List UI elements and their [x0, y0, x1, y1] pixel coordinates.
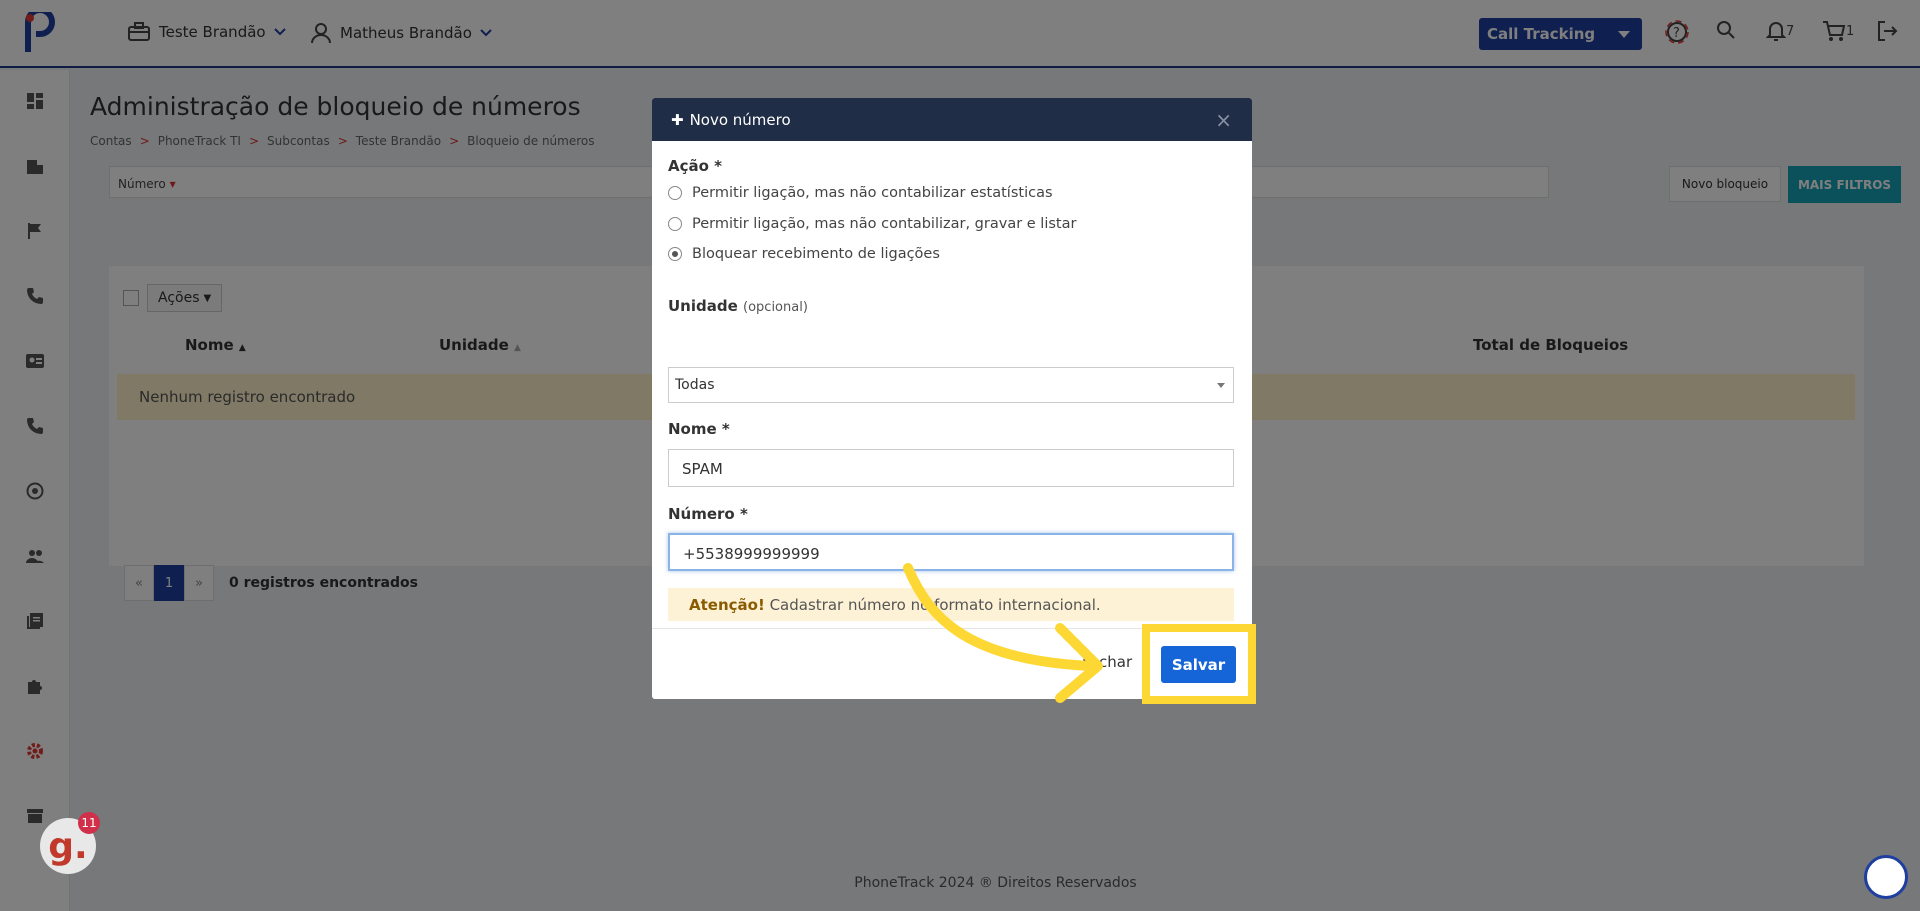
- unidade-label: Unidade (opcional): [668, 297, 808, 315]
- acao-option-selected[interactable]: Bloquear recebimento de ligações: [668, 246, 940, 262]
- salvar-highlight-box: [1142, 624, 1256, 704]
- acao-label: Ação *: [668, 157, 722, 175]
- unidade-label-text: Unidade: [668, 297, 738, 315]
- unidade-select[interactable]: Todas: [668, 367, 1234, 403]
- unidade-select-value: Todas: [675, 377, 715, 393]
- radio-button-checked[interactable]: [668, 247, 682, 261]
- nome-label: Nome *: [668, 420, 730, 438]
- radio-button[interactable]: [668, 217, 682, 231]
- warning-strong: Atenção!: [689, 596, 765, 614]
- g-widget-count: 11: [78, 812, 100, 834]
- radio-button[interactable]: [668, 186, 682, 200]
- modal-header: ✚ Novo número ×: [652, 98, 1252, 141]
- acao-option[interactable]: Permitir ligação, mas não contabilizar e…: [668, 185, 1053, 201]
- caret-down-icon: [1217, 383, 1225, 388]
- acao-option-label: Bloquear recebimento de ligações: [692, 246, 940, 262]
- chat-widget-icon[interactable]: [1864, 855, 1908, 899]
- acao-option-label: Permitir ligação, mas não contabilizar e…: [692, 185, 1053, 201]
- tutorial-arrow-icon: [903, 563, 1103, 703]
- acao-option-label: Permitir ligação, mas não contabilizar, …: [692, 216, 1077, 232]
- modal-title: Novo número: [689, 110, 791, 129]
- nome-input[interactable]: SPAM: [668, 449, 1234, 487]
- acao-option[interactable]: Permitir ligação, mas não contabilizar, …: [668, 216, 1076, 232]
- plus-icon: ✚: [671, 110, 684, 129]
- numero-label: Número *: [668, 505, 748, 523]
- optional-hint: (opcional): [743, 300, 808, 315]
- close-icon[interactable]: ×: [1215, 108, 1232, 132]
